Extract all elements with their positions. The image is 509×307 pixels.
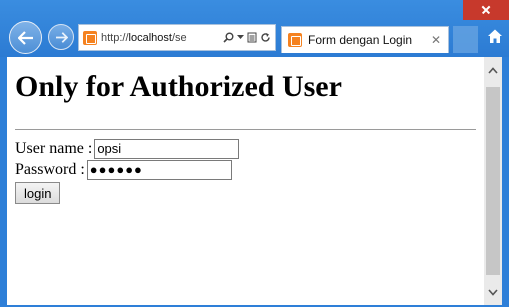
compatibility-view-icon[interactable] (247, 32, 257, 43)
new-tab-button[interactable] (453, 26, 478, 53)
window-close-button[interactable] (463, 0, 509, 20)
username-input[interactable] (94, 138, 240, 159)
vertical-scrollbar[interactable] (484, 57, 502, 305)
tab-title: Form dengan Login (308, 33, 413, 47)
address-url[interactable]: http://localhost/se (101, 32, 205, 44)
address-bar[interactable]: http://localhost/se (78, 24, 276, 51)
xampp-tab-icon (288, 33, 302, 47)
scroll-up-icon[interactable] (484, 57, 502, 83)
password-label: Password : (15, 160, 85, 178)
search-icon[interactable] (223, 32, 234, 43)
back-arrow-icon (17, 30, 33, 45)
forward-button[interactable] (48, 24, 74, 50)
page-viewport: Only for Authorized User User name : Pas… (7, 57, 484, 305)
divider (15, 129, 476, 130)
home-icon[interactable] (487, 28, 503, 44)
tab-form-login[interactable]: Form dengan Login ✕ (281, 26, 449, 53)
back-button[interactable] (9, 21, 42, 54)
page-heading: Only for Authorized User (15, 70, 342, 103)
username-label: User name : (15, 139, 93, 157)
close-tab-icon[interactable]: ✕ (431, 33, 441, 47)
browser-chrome: http://localhost/se Form dengan Login ✕ (0, 0, 509, 57)
password-row: Password : (15, 159, 476, 180)
forward-arrow-icon (55, 31, 68, 43)
xampp-site-icon (83, 30, 97, 45)
username-row: User name : (15, 138, 476, 159)
scroll-down-icon[interactable] (484, 279, 502, 305)
password-input[interactable] (86, 159, 232, 180)
refresh-icon[interactable] (260, 32, 271, 43)
scrollbar-thumb[interactable] (486, 87, 500, 275)
window-border-right (502, 57, 509, 307)
dropdown-icon[interactable] (237, 35, 244, 40)
login-button[interactable]: login (15, 182, 61, 204)
